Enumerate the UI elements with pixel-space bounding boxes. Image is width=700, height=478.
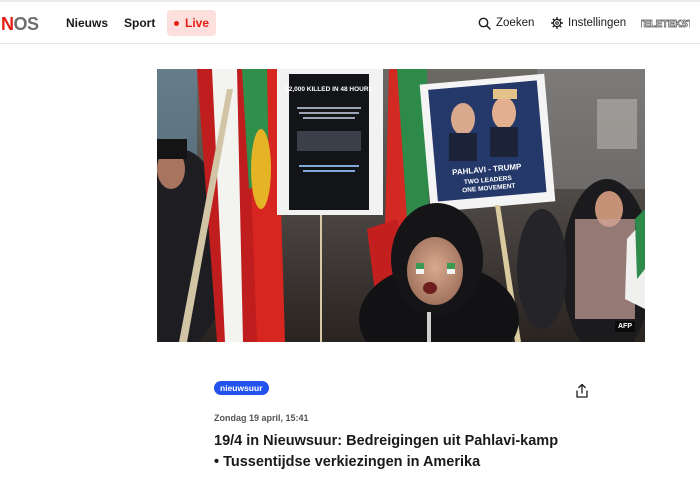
nav-sport[interactable]: Sport [124, 2, 155, 44]
live-label: Live [184, 16, 209, 30]
search-icon [478, 17, 491, 30]
nav-nieuws[interactable]: Nieuws [66, 2, 108, 44]
nos-logo-text: NOS [1, 14, 39, 34]
live-button[interactable]: Live [167, 10, 216, 36]
article-title: 19/4 in Nieuwsuur: Bedreigingen uit Pahl… [214, 433, 559, 470]
search-label: Zoeken [496, 17, 535, 29]
image-credit: AFP [615, 321, 635, 332]
search-button[interactable]: Zoeken [478, 2, 534, 44]
poster-left-headline: 12,000 KILLED IN 48 HOURS [285, 86, 373, 93]
share-button[interactable] [574, 383, 590, 399]
settings-button[interactable]: Instellingen [551, 2, 626, 44]
settings-label: Instellingen [568, 17, 627, 29]
teletekst-logo[interactable]: TELETEKST [641, 17, 690, 29]
article-date: Zondag 19 april, 15:41 [214, 413, 309, 423]
share-icon [576, 383, 588, 398]
site-header: NOS Nieuws Sport Live Zoeken Instellinge… [0, 2, 700, 44]
protest-photo: 12,000 KILLED IN 48 HOURS PAHLAVI - TRUM… [157, 69, 645, 342]
gear-icon [551, 17, 563, 29]
teletekst-logo-text: TELETEKST [641, 19, 690, 29]
program-badge[interactable]: nieuwsuur [214, 381, 269, 395]
hero-image[interactable]: 12,000 KILLED IN 48 HOURS PAHLAVI - TRUM… [157, 69, 645, 342]
live-dot-icon [173, 20, 179, 26]
nos-logo[interactable]: NOS [1, 15, 39, 33]
